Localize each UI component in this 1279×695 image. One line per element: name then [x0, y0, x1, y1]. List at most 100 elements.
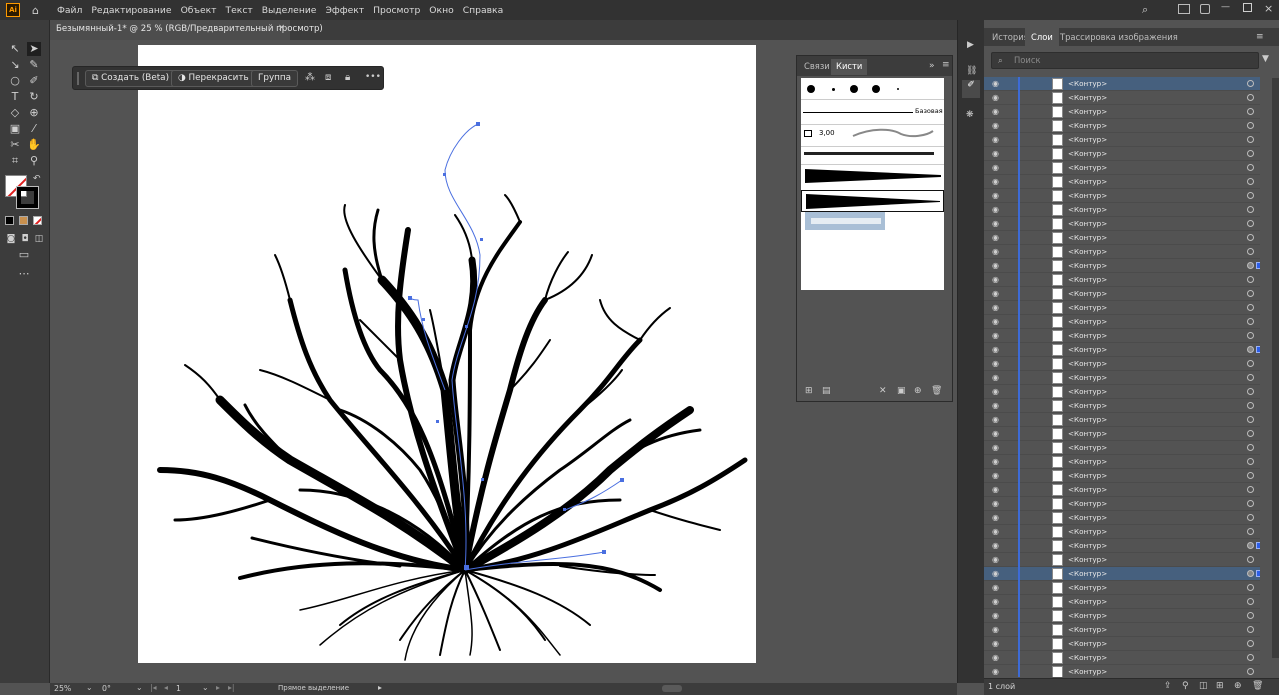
close-tab-icon[interactable]: ×: [278, 23, 285, 33]
layer-row[interactable]: ◉ <Контур>: [984, 385, 1260, 399]
selection-indicator[interactable]: [1256, 346, 1260, 353]
brush-dot-icon[interactable]: [807, 85, 815, 93]
more-options-icon[interactable]: •••: [365, 72, 381, 82]
none-mode-icon[interactable]: [33, 216, 42, 225]
layer-name[interactable]: <Контур>: [1068, 331, 1107, 340]
target-circle-icon[interactable]: [1247, 556, 1254, 563]
layer-name[interactable]: <Контур>: [1068, 261, 1107, 270]
layer-row[interactable]: ◉ <Контур>: [984, 441, 1260, 455]
shape-builder-icon[interactable]: ⊕: [27, 106, 41, 120]
target-circle-icon[interactable]: [1247, 584, 1254, 591]
export-icon[interactable]: ⇪: [1164, 681, 1172, 691]
brush-library-icon[interactable]: ⊞: [805, 386, 813, 396]
target-circle-icon[interactable]: [1247, 444, 1254, 451]
menu-file[interactable]: Файл: [57, 5, 82, 16]
layer-row[interactable]: ◉ <Контур>: [984, 301, 1260, 315]
gradient-mode-icon[interactable]: [19, 216, 28, 225]
lasso-tool-icon[interactable]: ↘: [8, 58, 22, 72]
layer-name[interactable]: <Контур>: [1068, 205, 1107, 214]
visibility-eye-icon[interactable]: ◉: [992, 597, 1001, 606]
search-icon[interactable]: ⌕: [1142, 3, 1148, 17]
layer-name[interactable]: <Контур>: [1068, 387, 1107, 396]
taper-brush-row[interactable]: [801, 164, 944, 186]
target-circle-icon[interactable]: [1247, 360, 1254, 367]
chevron-down-icon[interactable]: ⌄: [202, 683, 209, 692]
menu-effect[interactable]: Эффект: [325, 5, 364, 16]
layer-row[interactable]: ◉ <Контур>: [984, 539, 1260, 553]
target-circle-icon[interactable]: [1247, 290, 1254, 297]
target-circle-icon[interactable]: [1247, 542, 1254, 549]
layer-name[interactable]: <Контур>: [1068, 457, 1107, 466]
direct-selection-tool-icon[interactable]: ➤: [27, 42, 41, 56]
workspace-icon[interactable]: [1200, 4, 1210, 14]
layer-name[interactable]: <Контур>: [1068, 499, 1107, 508]
selection-indicator[interactable]: [1256, 570, 1260, 577]
visibility-eye-icon[interactable]: ◉: [992, 261, 1001, 270]
target-circle-icon[interactable]: [1247, 80, 1254, 87]
target-circle-icon[interactable]: [1247, 234, 1254, 241]
layer-name[interactable]: <Контур>: [1068, 611, 1107, 620]
stroke-swatch[interactable]: [16, 186, 39, 209]
visibility-eye-icon[interactable]: ◉: [992, 513, 1001, 522]
group-button[interactable]: Группа: [251, 70, 299, 87]
layer-row[interactable]: ◉ <Контур>: [984, 175, 1260, 189]
calligraphic-brush-row[interactable]: [801, 78, 944, 100]
layer-name[interactable]: <Контур>: [1068, 527, 1107, 536]
layer-row[interactable]: ◉ <Контур>: [984, 77, 1260, 91]
target-circle-icon[interactable]: [1247, 626, 1254, 633]
root-tree-artwork[interactable]: [138, 45, 756, 663]
layer-row[interactable]: ◉ <Контур>: [984, 511, 1260, 525]
target-circle-icon[interactable]: [1247, 248, 1254, 255]
artboard-number[interactable]: 1: [176, 684, 181, 693]
visibility-eye-icon[interactable]: ◉: [992, 233, 1001, 242]
screen-mode-icon[interactable]: ▭: [17, 248, 31, 262]
tab-brushes[interactable]: Кисти: [831, 59, 868, 75]
basic-brush-row[interactable]: Базовая: [801, 104, 944, 120]
layer-row[interactable]: ◉ <Контур>: [984, 273, 1260, 287]
target-circle-icon[interactable]: [1247, 206, 1254, 213]
lock-icon[interactable]: 🔒︎: [345, 72, 350, 83]
pattern-brush-row[interactable]: [801, 212, 944, 234]
visibility-eye-icon[interactable]: ◉: [992, 471, 1001, 480]
target-circle-icon[interactable]: [1247, 458, 1254, 465]
layer-row[interactable]: ◉ <Контур>: [984, 483, 1260, 497]
transform-icon[interactable]: ⁂: [305, 72, 315, 83]
layer-name[interactable]: <Контур>: [1068, 233, 1107, 242]
layer-row[interactable]: ◉ <Контур>: [984, 651, 1260, 665]
remove-stroke-icon[interactable]: ✕: [879, 386, 887, 396]
layer-name[interactable]: <Контур>: [1068, 569, 1107, 578]
layer-name[interactable]: <Контур>: [1068, 667, 1107, 676]
visibility-eye-icon[interactable]: ◉: [992, 121, 1001, 130]
collapse-icon[interactable]: »: [929, 61, 935, 71]
visibility-eye-icon[interactable]: ◉: [992, 653, 1001, 662]
visibility-eye-icon[interactable]: ◉: [992, 569, 1001, 578]
layer-name[interactable]: <Контур>: [1068, 625, 1107, 634]
visibility-eye-icon[interactable]: ◉: [992, 359, 1001, 368]
visibility-eye-icon[interactable]: ◉: [992, 667, 1001, 676]
layer-name[interactable]: <Контур>: [1068, 135, 1107, 144]
layer-name[interactable]: <Контур>: [1068, 149, 1107, 158]
target-circle-icon[interactable]: [1247, 346, 1254, 353]
visibility-eye-icon[interactable]: ◉: [992, 303, 1001, 312]
menu-type[interactable]: Текст: [226, 5, 253, 16]
target-circle-icon[interactable]: [1247, 332, 1254, 339]
status-menu-icon[interactable]: ▸: [378, 683, 382, 692]
layer-name[interactable]: <Контур>: [1068, 107, 1107, 116]
target-circle-icon[interactable]: [1247, 598, 1254, 605]
visibility-eye-icon[interactable]: ◉: [992, 373, 1001, 382]
layer-name[interactable]: <Контур>: [1068, 443, 1107, 452]
visibility-eye-icon[interactable]: ◉: [992, 639, 1001, 648]
visibility-eye-icon[interactable]: ◉: [992, 275, 1001, 284]
target-circle-icon[interactable]: [1247, 304, 1254, 311]
layer-row[interactable]: ◉ <Контур>: [984, 161, 1260, 175]
target-circle-icon[interactable]: [1247, 486, 1254, 493]
visibility-eye-icon[interactable]: ◉: [992, 331, 1001, 340]
links-icon[interactable]: ⛓: [966, 66, 977, 76]
selected-taper-brush-row[interactable]: [801, 190, 944, 212]
visibility-eye-icon[interactable]: ◉: [992, 527, 1001, 536]
visibility-eye-icon[interactable]: ◉: [992, 611, 1001, 620]
drag-handle-icon[interactable]: [77, 72, 79, 85]
layer-row[interactable]: ◉ <Контур>: [984, 497, 1260, 511]
draw-normal-icon[interactable]: ◙: [4, 232, 18, 246]
layer-name[interactable]: <Контур>: [1068, 303, 1107, 312]
